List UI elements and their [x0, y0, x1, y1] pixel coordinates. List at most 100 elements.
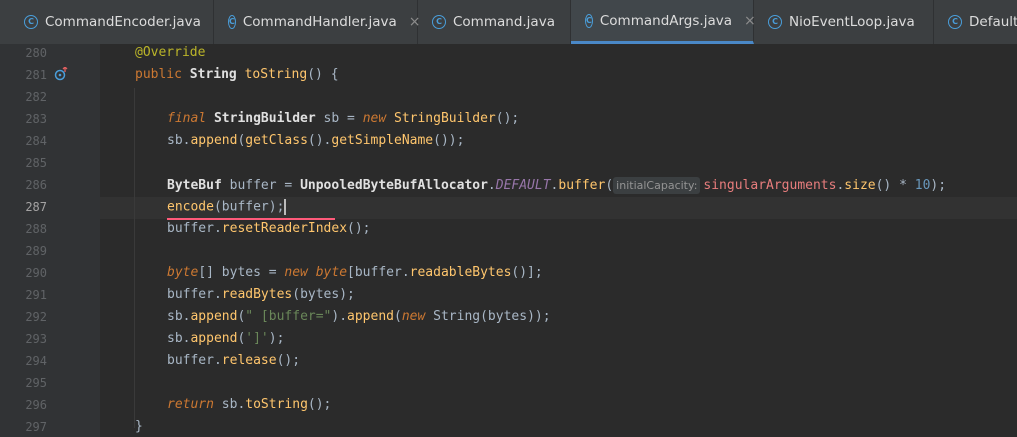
keyword: byte [315, 265, 348, 280]
tab-label: CommandArgs.java [599, 12, 732, 29]
tab-label: Command.java [453, 14, 555, 30]
constant: DEFAULT [495, 178, 551, 193]
method-name: toString [244, 67, 308, 82]
tab-command-encoder[interactable]: C CommandEncoder.java [10, 0, 214, 44]
method-name: append [190, 309, 238, 324]
code-text: ); [268, 331, 285, 346]
java-class-icon: C [585, 13, 593, 28]
code-text: ( [394, 309, 402, 324]
method-name: release [221, 353, 277, 368]
tab-label: DefaultE [969, 14, 1017, 30]
type: String [189, 67, 237, 82]
code-line-293: sb.append(']'); [167, 331, 284, 346]
line-number: 294 [25, 354, 47, 368]
code-text: ()); [433, 133, 465, 148]
code-text: ()]; [511, 265, 543, 280]
editor-tab-bar: C CommandEncoder.java C CommandHandler.j… [0, 0, 1017, 45]
code-text: (); [347, 221, 371, 236]
text-caret [284, 199, 286, 215]
tab-command-args[interactable]: C CommandArgs.java × [571, 0, 756, 44]
keyword: final [167, 111, 207, 126]
method-name: resetReaderIndex [221, 221, 348, 236]
java-class-icon: C [768, 15, 782, 29]
number-literal: 10 [914, 178, 931, 193]
tab-command[interactable]: C Command.java [418, 0, 571, 44]
method-name: append [190, 331, 238, 346]
code-line-294: buffer.release(); [167, 353, 300, 368]
code-line-288: buffer.resetReaderIndex(); [167, 221, 371, 236]
code-line-296: return sb.toString(); [167, 397, 331, 412]
override-method-icon[interactable] [54, 67, 68, 81]
code-line-281: public String toString() { [135, 67, 339, 82]
code-text: sb. [167, 309, 191, 324]
line-number-current: 287 [25, 200, 47, 214]
code-line-287: encode(buffer); [167, 199, 286, 215]
method-name: StringBuilder [394, 111, 496, 126]
method-name: getSimpleName [331, 133, 434, 148]
type: String [425, 309, 481, 324]
code-text: ( [605, 178, 614, 193]
code-line-292: sb.append(" [buffer=").append(new String… [167, 309, 551, 324]
indent-guide [134, 88, 135, 428]
editor-gutter: 280 281 282 283 284 285 286 287 288 289 … [0, 44, 100, 437]
code-line-297: } [135, 419, 143, 434]
code-text: ); [930, 178, 947, 193]
tab-label: CommandHandler.java [242, 14, 397, 30]
code-editor[interactable]: @Override public String toString() { fin… [100, 44, 1017, 437]
tab-nio-event-loop[interactable]: C NioEventLoop.java [754, 0, 934, 44]
code-text: (buffer); [213, 199, 285, 215]
line-number: 290 [25, 266, 47, 280]
java-class-icon: C [24, 15, 38, 29]
code-text: sb. [167, 331, 191, 346]
code-text: () * [875, 178, 915, 193]
code-line-284: sb.append(getClass().getSimpleName()); [167, 133, 464, 148]
code-text: buffer. [167, 287, 222, 302]
code-text: sb. [213, 397, 246, 412]
method-name: append [190, 133, 238, 148]
keyword: new [362, 111, 387, 126]
keyword: new [284, 265, 308, 280]
code-text: (bytes)); [480, 309, 551, 324]
line-number: 281 [25, 68, 47, 82]
keyword: byte [167, 265, 199, 280]
code-text: (). [307, 133, 332, 148]
code-text: buffer = [221, 178, 301, 193]
keyword: public [135, 67, 182, 82]
line-number: 289 [25, 244, 47, 258]
line-number: 297 [25, 420, 47, 434]
keyword: return [167, 397, 214, 412]
code-text: } [135, 419, 143, 434]
method-name: getClass [245, 133, 308, 148]
tab-label: CommandEncoder.java [45, 14, 201, 30]
method-name: buffer [558, 178, 606, 193]
line-number: 288 [25, 222, 47, 236]
line-number: 282 [25, 90, 47, 104]
line-number: 280 [25, 46, 47, 60]
method-name: encode [167, 199, 214, 215]
line-number: 291 [25, 288, 47, 302]
string-literal: ']' [245, 331, 269, 346]
line-number: 296 [25, 398, 47, 412]
code-text: . [487, 178, 496, 193]
code-line-286: ByteBuf buffer = UnpooledByteBufAllocato… [167, 177, 946, 194]
code-line-283: final StringBuilder sb = new StringBuild… [167, 111, 519, 126]
tab-default-e[interactable]: C DefaultE [934, 0, 1017, 44]
code-text: buffer. [167, 353, 222, 368]
method-name: size [844, 178, 876, 193]
line-number: 284 [25, 134, 47, 148]
string-literal: " [buffer=" [245, 309, 332, 324]
code-line-291: buffer.readBytes(bytes); [167, 287, 355, 302]
code-text: ). [331, 309, 348, 324]
line-number: 283 [25, 112, 47, 126]
field: singularArguments [703, 178, 837, 193]
java-class-icon: C [948, 15, 962, 29]
code-text: (); [495, 111, 520, 126]
method-name: readBytes [221, 287, 293, 302]
error-underline [167, 218, 335, 220]
code-text: (); [307, 397, 332, 412]
tab-label: NioEventLoop.java [789, 14, 915, 30]
code-text: buffer. [167, 221, 222, 236]
tab-command-handler[interactable]: C CommandHandler.java × [214, 0, 421, 44]
line-number: 292 [25, 310, 47, 324]
code-text: (); [276, 353, 301, 368]
